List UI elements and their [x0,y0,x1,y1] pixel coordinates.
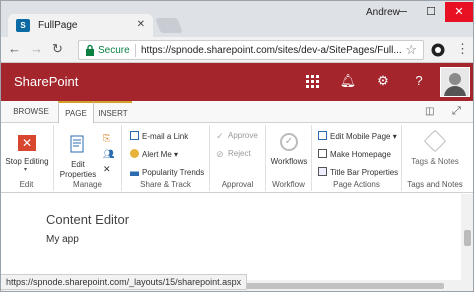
back-icon[interactable]: ← [8,41,21,56]
reload-icon[interactable]: ↻ [52,41,63,57]
mobile-page-icon [318,131,327,140]
title-bar-properties-button[interactable]: Title Bar Properties [318,167,398,177]
workflows-icon: ✓ [280,133,298,151]
bell-icon[interactable]: 🔔︎ [339,73,357,89]
forward-icon[interactable]: → [30,41,43,56]
edit-mobile-page-button[interactable]: Edit Mobile Page ▾ [318,131,397,141]
secure-label: Secure [98,45,130,56]
approve-icon: ✓ [216,131,224,141]
github-extension-icon[interactable] [431,43,445,57]
group-share-track: E-mail a Link Alert Me ▾ Popularity Tren… [122,125,210,191]
address-toolbar: ← → ↻ Secure https://spnode.sharepoint.c… [0,37,474,63]
gear-icon[interactable]: ⚙ [374,73,392,89]
group-edit: ✕ Stop Editing ▾ Edit [0,125,54,191]
shared-with-icon[interactable]: 👥︎ [103,149,114,160]
close-window-icon[interactable]: ✕ [445,2,473,22]
group-label-workflow: Workflow [272,180,305,189]
url-text[interactable]: https://spnode.sharepoint.com/sites/dev-… [141,45,402,56]
app-launcher-icon[interactable] [306,75,319,88]
browser-menu-icon[interactable]: ⋮ [456,41,469,57]
group-label-approval: Approval [221,180,254,189]
reject-label: Reject [228,149,251,158]
title-bar-icon [318,167,327,176]
popularity-trends-label: Popularity Trends [142,168,205,177]
scrollbar-thumb[interactable] [464,230,471,246]
group-approval: ✓ Approve ⊘ Reject Approval [210,125,266,191]
user-photo-icon [441,68,469,96]
email-link-button[interactable]: E-mail a Link [130,131,188,141]
reject-icon: ⊘ [216,149,224,159]
tags-icon [423,129,447,153]
browser-tab[interactable]: S FullPage ✕ [8,14,153,37]
group-manage: Edit Properties ⎘ 👥︎ ✕ Manage [54,125,122,191]
tab-title: FullPage [38,20,78,31]
group-label-tags-notes: Tags and Notes [407,180,463,189]
focus-content-icon[interactable]: ⤢ [452,105,461,118]
version-history-icon[interactable]: ⎘ [103,133,110,144]
edit-mobile-page-label: Edit Mobile Page [330,132,391,141]
chevron-down-icon: ▾ [24,167,28,173]
tags-notes-button[interactable]: Tags & Notes [410,157,460,167]
tab-close-icon[interactable]: ✕ [137,19,145,30]
homepage-icon [318,149,327,158]
browser-titlebar: S FullPage ✕ Andrew ─ ☐ ✕ [0,0,474,37]
avatar[interactable] [440,67,470,97]
group-label-manage: Manage [73,180,102,189]
edit-properties-button[interactable]: Edit Properties [58,160,98,180]
ribbon: ✕ Stop Editing ▾ Edit Edit Properties ⎘ … [0,123,474,193]
stop-editing-icon: ✕ [18,135,36,151]
webpart-body[interactable]: My app [46,234,79,245]
tab-page[interactable]: PAGE [58,101,94,124]
maximize-icon[interactable]: ☐ [417,2,445,22]
edit-properties-icon [70,135,84,153]
alert-me-button[interactable]: Alert Me ▾ [130,149,178,159]
email-link-label: E-mail a Link [142,132,189,141]
tab-insert[interactable]: INSERT [94,101,132,123]
group-label-page-actions: Page Actions [333,180,380,189]
suite-bar: SharePoint 🔔︎ ⚙ ? [0,63,474,101]
sharepoint-favicon-icon: S [16,19,30,32]
approve-label: Approve [228,131,258,140]
group-workflow: ✓ Workflows Workflow [266,125,312,191]
status-bubble: https://spnode.sharepoint.com/_layouts/1… [0,274,248,290]
reject-button[interactable]: ⊘ Reject [216,149,251,159]
vertical-scrollbar[interactable] [461,194,474,292]
lock-icon [86,44,94,56]
make-homepage-button[interactable]: Make Homepage [318,149,391,159]
bar-chart-icon [130,167,139,176]
title-bar-properties-label: Title Bar Properties [330,168,399,177]
omnibox-separator [135,44,136,57]
group-tags-notes: Tags & Notes Tags and Notes [402,125,468,191]
help-icon[interactable]: ? [410,73,428,88]
sharepoint-brand[interactable]: SharePoint [14,74,78,89]
webpart-title: Content Editor [46,212,130,227]
ribbon-tab-bar: BROWSE PAGE INSERT ◫ ⤢ [0,101,474,124]
alert-bell-icon [130,149,139,158]
envelope-icon [130,131,139,140]
delete-page-icon[interactable]: ✕ [103,164,111,175]
group-label-share-track: Share & Track [140,180,191,189]
minimize-icon[interactable]: ─ [389,2,417,22]
make-homepage-label: Make Homepage [330,150,391,159]
omnibox[interactable]: Secure https://spnode.sharepoint.com/sit… [78,40,424,60]
popularity-trends-button[interactable]: Popularity Trends [130,167,204,177]
follow-icon[interactable]: ◫ [425,106,434,117]
workflows-button[interactable]: Workflows [266,157,312,167]
tab-browse[interactable]: BROWSE [10,101,52,123]
new-tab-button[interactable] [155,18,183,33]
approve-button[interactable]: ✓ Approve [216,131,258,141]
group-page-actions: Edit Mobile Page ▾ Make Homepage Title B… [312,125,402,191]
alert-me-label: Alert Me [142,150,172,159]
bookmark-star-icon[interactable]: ☆ [405,42,417,58]
group-label-edit: Edit [19,180,34,189]
